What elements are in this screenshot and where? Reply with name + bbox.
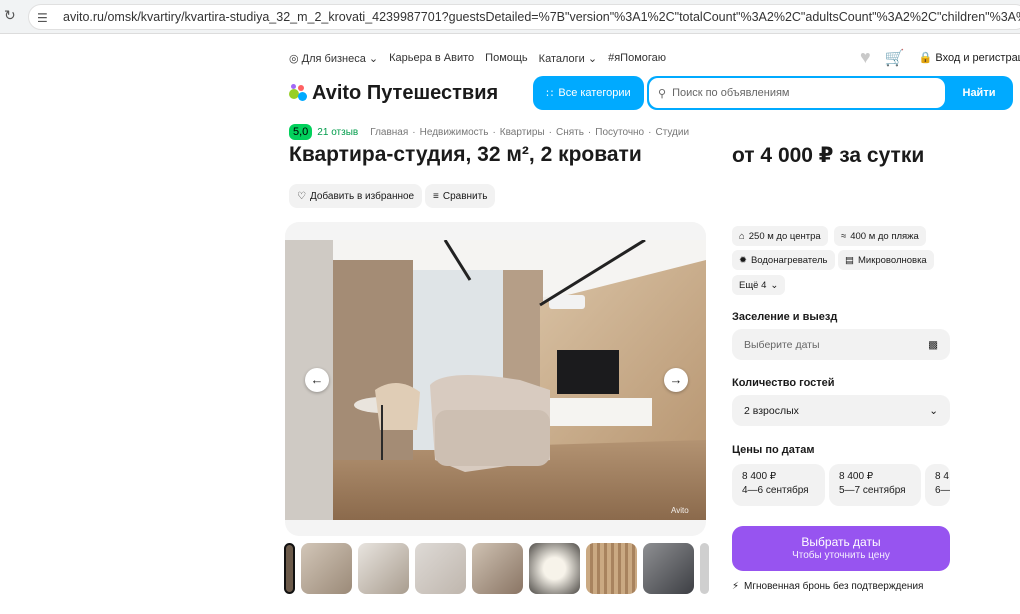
browser-address-bar: ↻ ☰ avito.ru/omsk/kvartiry/kvartira-stud… (0, 0, 1020, 34)
breadcrumb-item[interactable]: Посуточно (595, 127, 644, 138)
catalogs-link[interactable]: Каталоги ⌄ (539, 52, 597, 65)
help-tag-link[interactable]: #яПомогаю (608, 52, 666, 64)
business-link[interactable]: ◎ Для бизнеса ⌄ (289, 52, 378, 65)
url-text[interactable]: avito.ru/omsk/kvartiry/kvartira-studiya_… (63, 10, 1020, 24)
reload-icon[interactable]: ↻ (4, 8, 18, 22)
cart-icon[interactable]: 🛒 (885, 48, 905, 68)
instant-booking-note: ⚡ Мгновенная бронь без подтверждения (732, 581, 924, 592)
rating-badge: 5,0 (289, 124, 313, 140)
choose-dates-button[interactable]: Выбрать даты Чтобы уточнить цену (732, 526, 950, 571)
feature-tag: ▤ Микроволновка (838, 250, 934, 270)
search-icon: ⚲ (658, 87, 667, 100)
next-photo-arrow-icon[interactable]: → (664, 368, 688, 392)
thumbnail[interactable] (643, 543, 694, 594)
date-price-card[interactable]: 8 400 ₽ 5—7 сентября (829, 464, 921, 506)
site-settings-icon[interactable]: ☰ (37, 11, 51, 25)
room-photo-image (285, 240, 706, 520)
compare-icon: ≡ (433, 190, 439, 202)
compare-button[interactable]: ≡ Сравнить (425, 184, 496, 208)
add-to-favorites-button[interactable]: ♡ Добавить в избранное (289, 184, 423, 208)
user-actions: ♥ 🛒 🔒 Вход и регистрация (860, 47, 1020, 68)
date-price-card[interactable]: 8 400 ₽ 4—6 сентября (732, 464, 825, 506)
lock-icon: 🔒 (918, 52, 933, 64)
thumbnail[interactable] (301, 543, 352, 594)
watermark: Avito (671, 506, 689, 515)
microwave-icon: ▤ (845, 254, 854, 266)
rating-row: 5,0 21 отзыв Главная · Недвижимость · Квар… (289, 124, 689, 140)
thumbnail-strip (284, 543, 709, 594)
thumbnail[interactable] (586, 543, 637, 594)
guests-label: Количество гостей (732, 377, 835, 389)
search-bar: ⚲ Найти (647, 76, 1013, 110)
thumbnail[interactable] (415, 543, 466, 594)
breadcrumb-item[interactable]: Снять (556, 127, 584, 138)
all-categories-button[interactable]: ∷ Все категории (533, 76, 644, 110)
search-field[interactable]: ⚲ (649, 78, 945, 108)
date-price-card[interactable]: 8 4 6— (925, 464, 950, 506)
logo-dots-icon (289, 83, 309, 103)
building-icon: ⌂ (739, 230, 745, 242)
find-button[interactable]: Найти (945, 76, 1013, 110)
top-navigation: ◎ Для бизнеса ⌄ Карьера в Авито Помощь К… (289, 48, 666, 68)
thumbnail[interactable] (358, 543, 409, 594)
thumbnail[interactable] (472, 543, 523, 594)
lightning-icon: ⚡ (732, 581, 740, 592)
favorites-heart-icon[interactable]: ♥ (860, 47, 871, 68)
logo-text: Avito Путешествия (312, 81, 499, 104)
help-link[interactable]: Помощь (485, 52, 528, 64)
heart-outline-icon: ♡ (297, 190, 306, 202)
grid-dots-icon: ∷ (546, 87, 554, 100)
prices-by-date-label: Цены по датам (732, 444, 815, 456)
url-box[interactable]: ☰ avito.ru/omsk/kvartiry/kvartira-studiy… (28, 4, 1020, 30)
heater-icon: ✹ (739, 254, 747, 266)
guests-select[interactable]: 2 взрослых ⌄ (732, 395, 950, 426)
feature-tag: ⌂ 250 м до центра (732, 226, 828, 246)
more-features-button[interactable]: Ещё 4 ⌄ (732, 275, 786, 295)
chevron-down-icon: ⌄ (770, 279, 779, 291)
calendar-icon: ▩ (928, 338, 938, 351)
waves-icon: ≈ (841, 230, 847, 242)
page-title: Квартира-студия, 32 м², 2 кровати (289, 143, 642, 166)
chevron-down-icon: ⌄ (929, 404, 938, 417)
thumbnail[interactable] (284, 543, 295, 594)
previous-photo-arrow-icon[interactable]: ← (305, 368, 329, 392)
main-photo[interactable] (285, 240, 706, 520)
thumbnail[interactable] (529, 543, 580, 594)
price-headline: от 4 000 ₽ за сутки (732, 144, 925, 167)
login-link[interactable]: 🔒 Вход и регистрация (919, 51, 1020, 64)
career-link[interactable]: Карьера в Авито (389, 52, 474, 64)
feature-tag: ✹ Водонагреватель (732, 250, 835, 270)
checkin-label: Заселение и выезд (732, 311, 838, 323)
feature-tag: ≈400 м до пляжа (834, 226, 926, 246)
breadcrumb-item[interactable]: Главная (370, 127, 408, 138)
breadcrumb-item[interactable]: Квартиры (500, 127, 545, 138)
search-input[interactable] (672, 87, 923, 99)
thumbnail[interactable] (700, 543, 709, 594)
breadcrumb-item[interactable]: Недвижимость (420, 127, 489, 138)
breadcrumb: Главная · Недвижимость · Квартиры · Снять · … (370, 126, 690, 138)
date-picker-field[interactable]: Выберите даты ▩ (732, 329, 950, 360)
logo[interactable]: Avito Путешествия (289, 81, 498, 105)
reviews-link[interactable]: 21 отзыв (317, 127, 358, 138)
breadcrumb-item[interactable]: Студии (655, 127, 689, 138)
